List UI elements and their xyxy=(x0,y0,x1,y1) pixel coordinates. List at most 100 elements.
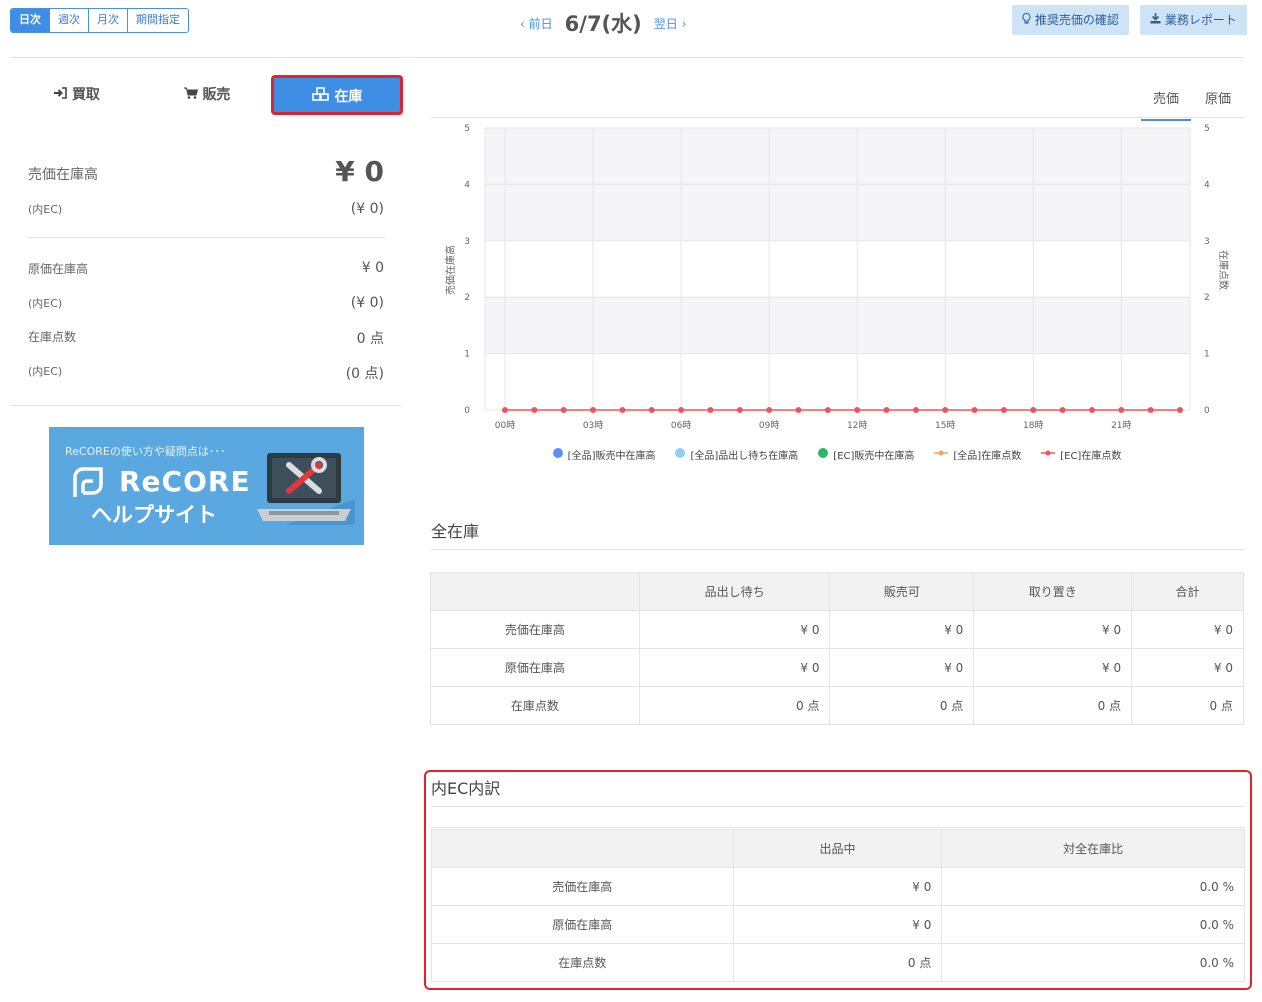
data-point xyxy=(590,407,597,413)
table-cell: ¥ 0 xyxy=(1131,648,1244,687)
prev-day-label: 前日 xyxy=(528,16,553,31)
stock-chart: 0 1 2 3 4 5 0 1 2 3 4 5 00時 03時 06時 09時 12時 15時 18時 21時 売… xyxy=(444,124,1230,431)
column-header: 対全在庫比 xyxy=(941,829,1245,868)
data-point xyxy=(1177,407,1183,413)
table-header-row: 出品中 対全在庫比 xyxy=(431,829,1245,868)
cubes-icon xyxy=(311,87,335,105)
help-site-banner[interactable]: ReCOREの使い方や疑問点は･･･ ReCORE ヘルプサイト xyxy=(49,427,364,545)
row-header: 原価在庫高 xyxy=(430,648,640,687)
data-point xyxy=(766,407,773,413)
count-ec-label: (内EC) xyxy=(28,365,63,378)
y-tick-label: 4 xyxy=(464,180,470,190)
legend-label: [全品]品出し待ち在庫高 xyxy=(690,451,799,462)
chart-band xyxy=(485,128,1190,185)
tab-buy[interactable]: 買取 xyxy=(12,76,142,114)
recommend-price-label: 推奨売価の確認 xyxy=(1034,13,1119,27)
table-header-row: 品出し待ち 販売可 取り置き 合計 xyxy=(430,572,1244,611)
legend-item[interactable]: [全品]品出し待ち在庫高 xyxy=(675,447,798,462)
table-cell: ¥ 0 xyxy=(732,905,943,944)
legend-item[interactable]: [EC]販売中在庫高 xyxy=(818,447,914,462)
count-value: 0 点 xyxy=(356,331,384,347)
data-point xyxy=(736,407,743,413)
business-report-button[interactable]: 業務レポート xyxy=(1140,5,1247,35)
table-cell: 0 点 xyxy=(732,943,943,982)
data-point xyxy=(531,407,538,413)
cost-stock-label: 原価在庫高 xyxy=(28,262,89,276)
x-tick-label: 06時 xyxy=(671,420,691,431)
table-cell: ¥ 0 xyxy=(829,648,975,687)
table-cell: ¥ 0 xyxy=(732,867,943,906)
banner-site: ヘルプサイト xyxy=(91,503,217,527)
sale-stock-ec-label: (内EC) xyxy=(28,203,63,216)
period-weekly-button[interactable]: 週次 xyxy=(50,9,89,32)
tab-stock[interactable]: 在庫 xyxy=(272,76,402,114)
chart-band xyxy=(485,297,1190,354)
data-point xyxy=(648,407,655,413)
y-tick-label: 2 xyxy=(464,293,470,303)
all-stock-title: 全在庫 xyxy=(431,522,480,541)
data-point xyxy=(1030,407,1037,413)
column-header: 取り置き xyxy=(973,572,1133,611)
y-tick-label: 3 xyxy=(464,237,470,247)
table-cell: 0 点 xyxy=(973,686,1133,725)
recommend-price-button[interactable]: 推奨売価の確認 xyxy=(1012,5,1129,35)
data-point xyxy=(1147,407,1154,413)
prev-day-link[interactable]: ‹ 前日 xyxy=(520,15,553,32)
period-range-button[interactable]: 期間指定 xyxy=(128,9,188,32)
all-stock-table: 品出し待ち 販売可 取り置き 合計 売価在庫高 ¥ 0 ¥ 0 ¥ 0 ¥ 0 原価在庫高 ¥ 0 ¥… xyxy=(430,572,1244,725)
legend-item[interactable]: [EC]在庫点数 xyxy=(1041,447,1121,462)
data-point xyxy=(942,407,949,413)
column-header: 合計 xyxy=(1131,572,1244,611)
data-point xyxy=(824,407,831,413)
table-cell: ¥ 0 xyxy=(973,610,1133,649)
x-tick-label: 15時 xyxy=(935,420,955,431)
data-point xyxy=(1000,407,1007,413)
left-panel-divider xyxy=(10,405,402,406)
legend-item[interactable]: [全品]販売中在庫高 xyxy=(552,447,656,462)
tab-stock-label: 在庫 xyxy=(334,89,363,105)
table-cell: ¥ 0 xyxy=(638,610,831,649)
column-header: 出品中 xyxy=(732,829,943,868)
data-point xyxy=(971,407,978,413)
sale-stock-label: 売価在庫高 xyxy=(28,167,98,183)
header-divider xyxy=(10,57,1244,58)
data-point xyxy=(795,407,802,413)
period-daily-button[interactable]: 日次 xyxy=(11,9,50,32)
count-ec-value: (0 点) xyxy=(345,366,384,382)
sale-stock-value: ¥ 0 xyxy=(335,155,384,188)
legend-label: [全品]販売中在庫高 xyxy=(567,451,656,462)
chart-tab-cost-price[interactable]: 原価 xyxy=(1205,88,1231,107)
tab-sell[interactable]: 販売 xyxy=(142,76,272,114)
y2-tick-label: 1 xyxy=(1204,350,1210,360)
column-header: 品出し待ち xyxy=(638,572,831,611)
data-point xyxy=(854,407,861,413)
table-cell: 0.0 % xyxy=(941,867,1245,906)
column-header xyxy=(430,572,640,611)
table-cell: ¥ 0 xyxy=(829,610,975,649)
data-point xyxy=(502,407,508,413)
table-cell: ¥ 0 xyxy=(1131,610,1244,649)
chevron-left-icon: ‹ xyxy=(520,16,525,31)
banner-caption: ReCOREの使い方や疑問点は･･･ xyxy=(65,445,226,458)
legend-item[interactable]: [全品]在庫点数 xyxy=(934,447,1021,462)
table-row: 売価在庫高 ¥ 0 0.0 % xyxy=(431,867,1245,906)
chevron-right-icon: › xyxy=(681,16,687,31)
period-monthly-button[interactable]: 月次 xyxy=(89,9,128,32)
row-header: 在庫点数 xyxy=(431,943,734,982)
row-header: 売価在庫高 xyxy=(430,610,640,649)
period-selector: 日次 週次 月次 期間指定 xyxy=(10,8,189,33)
y-tick-label: 5 xyxy=(464,124,470,134)
table-row: 在庫点数 0 点 0.0 % xyxy=(431,943,1245,982)
x-tick-label: 21時 xyxy=(1111,420,1131,431)
table-cell: 0 点 xyxy=(638,686,831,725)
next-day-link[interactable]: 翌日 › xyxy=(654,15,687,32)
y2-tick-label: 5 xyxy=(1204,124,1210,134)
y2-tick-label: 3 xyxy=(1204,237,1210,247)
row-header: 売価在庫高 xyxy=(431,867,734,906)
laptop-tools-icon xyxy=(255,449,355,528)
x-tick-label: 00時 xyxy=(495,420,515,431)
legend-line-marker-icon xyxy=(1041,449,1056,460)
business-report-label: 業務レポート xyxy=(1164,13,1237,27)
data-point xyxy=(678,407,685,413)
cost-stock-ec-value: (¥ 0) xyxy=(350,295,384,311)
